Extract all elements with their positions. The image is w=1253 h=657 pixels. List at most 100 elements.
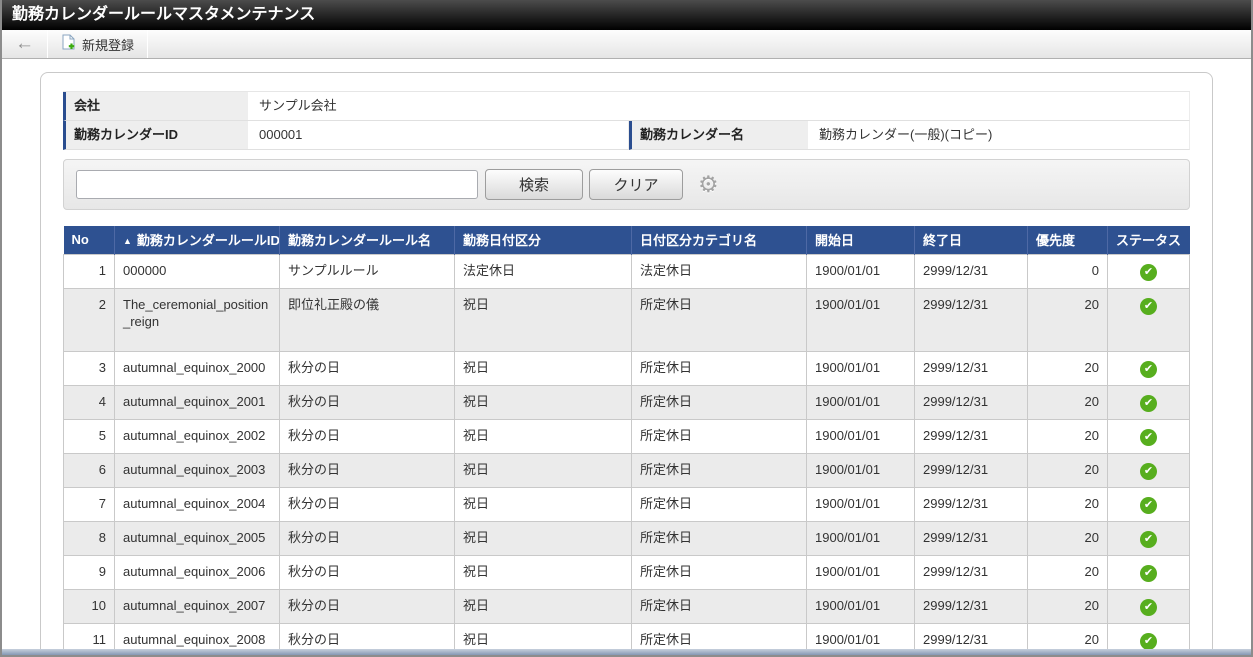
- cell-end-date: 2999/12/31: [915, 254, 1028, 288]
- calendar-id-value: 000001: [248, 121, 629, 150]
- cell-date-class-category: 所定休日: [632, 487, 807, 521]
- status-active-icon: ✔: [1140, 599, 1157, 616]
- table-row[interactable]: 1000000サンプルルール法定休日法定休日1900/01/012999/12/…: [64, 254, 1190, 288]
- cell-status: ✔: [1108, 254, 1190, 288]
- table-row[interactable]: 9autumnal_equinox_2006秋分の日祝日所定休日1900/01/…: [64, 555, 1190, 589]
- table-row[interactable]: 5autumnal_equinox_2002秋分の日祝日所定休日1900/01/…: [64, 419, 1190, 453]
- cell-priority: 20: [1028, 385, 1108, 419]
- cell-start-date: 1900/01/01: [807, 419, 915, 453]
- cell-status: ✔: [1108, 288, 1190, 351]
- toolbar: ← 新規登録: [2, 30, 1251, 59]
- cell-end-date: 2999/12/31: [915, 288, 1028, 351]
- column-header-col-start-date[interactable]: 開始日: [807, 226, 915, 254]
- cell-rule-id: autumnal_equinox_2006: [115, 555, 280, 589]
- cell-date-class-category: 所定休日: [632, 351, 807, 385]
- column-header-col-end-date[interactable]: 終了日: [915, 226, 1028, 254]
- back-button[interactable]: ←: [2, 30, 47, 58]
- cell-end-date: 2999/12/31: [915, 351, 1028, 385]
- table-row[interactable]: 10autumnal_equinox_2007秋分の日祝日所定休日1900/01…: [64, 589, 1190, 623]
- page-title: 勤務カレンダールールマスタメンテナンス: [2, 0, 1251, 30]
- cell-work-date-class: 祝日: [455, 487, 632, 521]
- column-header-col-priority[interactable]: 優先度: [1028, 226, 1108, 254]
- cell-no: 3: [64, 351, 115, 385]
- cell-no: 10: [64, 589, 115, 623]
- cell-work-date-class: 祝日: [455, 589, 632, 623]
- cell-end-date: 2999/12/31: [915, 453, 1028, 487]
- cell-end-date: 2999/12/31: [915, 385, 1028, 419]
- cell-priority: 20: [1028, 351, 1108, 385]
- table-header-row: No▲勤務カレンダールールID勤務カレンダールール名勤務日付区分日付区分カテゴリ…: [64, 226, 1190, 254]
- cell-start-date: 1900/01/01: [807, 254, 915, 288]
- cell-rule-name: サンプルルール: [280, 254, 455, 288]
- cell-start-date: 1900/01/01: [807, 385, 915, 419]
- cell-date-class-category: 所定休日: [632, 385, 807, 419]
- gear-icon[interactable]: ⚙: [698, 173, 719, 196]
- search-button[interactable]: 検索: [485, 169, 583, 200]
- cell-no: 1: [64, 254, 115, 288]
- cell-priority: 20: [1028, 288, 1108, 351]
- cell-work-date-class: 祝日: [455, 521, 632, 555]
- status-active-icon: ✔: [1140, 395, 1157, 412]
- column-header-col-date-class-category[interactable]: 日付区分カテゴリ名: [632, 226, 807, 254]
- cell-date-class-category: 所定休日: [632, 555, 807, 589]
- cell-end-date: 2999/12/31: [915, 487, 1028, 521]
- back-arrow-icon: ←: [15, 34, 34, 53]
- cell-no: 4: [64, 385, 115, 419]
- table-row[interactable]: 8autumnal_equinox_2005秋分の日祝日所定休日1900/01/…: [64, 521, 1190, 555]
- cell-end-date: 2999/12/31: [915, 521, 1028, 555]
- column-header-col-status[interactable]: ステータス: [1108, 226, 1190, 254]
- column-header-col-no[interactable]: No: [64, 226, 115, 254]
- sort-ascending-icon: ▲: [123, 236, 132, 246]
- cell-status: ✔: [1108, 419, 1190, 453]
- cell-end-date: 2999/12/31: [915, 555, 1028, 589]
- cell-no: 2: [64, 288, 115, 351]
- cell-start-date: 1900/01/01: [807, 589, 915, 623]
- clear-button[interactable]: クリア: [589, 169, 683, 200]
- content-panel: 会社 サンプル会社 勤務カレンダーID 000001 勤務カレンダー名 勤務カレ…: [40, 72, 1213, 657]
- search-bar: 検索 クリア ⚙: [63, 159, 1190, 210]
- table-row[interactable]: 4autumnal_equinox_2001秋分の日祝日所定休日1900/01/…: [64, 385, 1190, 419]
- status-active-icon: ✔: [1140, 264, 1157, 281]
- cell-status: ✔: [1108, 385, 1190, 419]
- cell-status: ✔: [1108, 555, 1190, 589]
- column-header-col-rule-id[interactable]: ▲勤務カレンダールールID: [115, 226, 280, 254]
- cell-priority: 20: [1028, 487, 1108, 521]
- cell-status: ✔: [1108, 521, 1190, 555]
- column-header-col-rule-name[interactable]: 勤務カレンダールール名: [280, 226, 455, 254]
- new-registration-button[interactable]: 新規登録: [48, 30, 147, 58]
- table-row[interactable]: 6autumnal_equinox_2003秋分の日祝日所定休日1900/01/…: [64, 453, 1190, 487]
- cell-work-date-class: 祝日: [455, 453, 632, 487]
- table-row[interactable]: 2The_ceremonial_position_reign即位礼正殿の儀祝日所…: [64, 288, 1190, 351]
- cell-work-date-class: 祝日: [455, 385, 632, 419]
- window-bottom-edge: [2, 649, 1251, 655]
- cell-rule-id: autumnal_equinox_2005: [115, 521, 280, 555]
- cell-status: ✔: [1108, 589, 1190, 623]
- cell-date-class-category: 法定休日: [632, 254, 807, 288]
- cell-start-date: 1900/01/01: [807, 487, 915, 521]
- cell-rule-name: 秋分の日: [280, 351, 455, 385]
- cell-priority: 20: [1028, 555, 1108, 589]
- cell-date-class-category: 所定休日: [632, 288, 807, 351]
- column-header-col-work-date-class[interactable]: 勤務日付区分: [455, 226, 632, 254]
- cell-start-date: 1900/01/01: [807, 453, 915, 487]
- calendar-info-panel: 会社 サンプル会社 勤務カレンダーID 000001 勤務カレンダー名 勤務カレ…: [63, 91, 1190, 150]
- table-row[interactable]: 7autumnal_equinox_2004秋分の日祝日所定休日1900/01/…: [64, 487, 1190, 521]
- table-row[interactable]: 3autumnal_equinox_2000秋分の日祝日所定休日1900/01/…: [64, 351, 1190, 385]
- search-input[interactable]: [76, 170, 478, 199]
- cell-rule-id: autumnal_equinox_2003: [115, 453, 280, 487]
- calendar-name-value: 勤務カレンダー(一般)(コピー): [808, 121, 1190, 150]
- cell-rule-id: The_ceremonial_position_reign: [115, 288, 280, 351]
- cell-rule-name: 秋分の日: [280, 555, 455, 589]
- cell-status: ✔: [1108, 351, 1190, 385]
- status-active-icon: ✔: [1140, 565, 1157, 582]
- cell-date-class-category: 所定休日: [632, 521, 807, 555]
- cell-rule-id: autumnal_equinox_2004: [115, 487, 280, 521]
- cell-priority: 20: [1028, 589, 1108, 623]
- cell-work-date-class: 法定休日: [455, 254, 632, 288]
- cell-no: 9: [64, 555, 115, 589]
- cell-rule-name: 即位礼正殿の儀: [280, 288, 455, 351]
- cell-work-date-class: 祝日: [455, 419, 632, 453]
- cell-priority: 0: [1028, 254, 1108, 288]
- status-active-icon: ✔: [1140, 463, 1157, 480]
- cell-no: 8: [64, 521, 115, 555]
